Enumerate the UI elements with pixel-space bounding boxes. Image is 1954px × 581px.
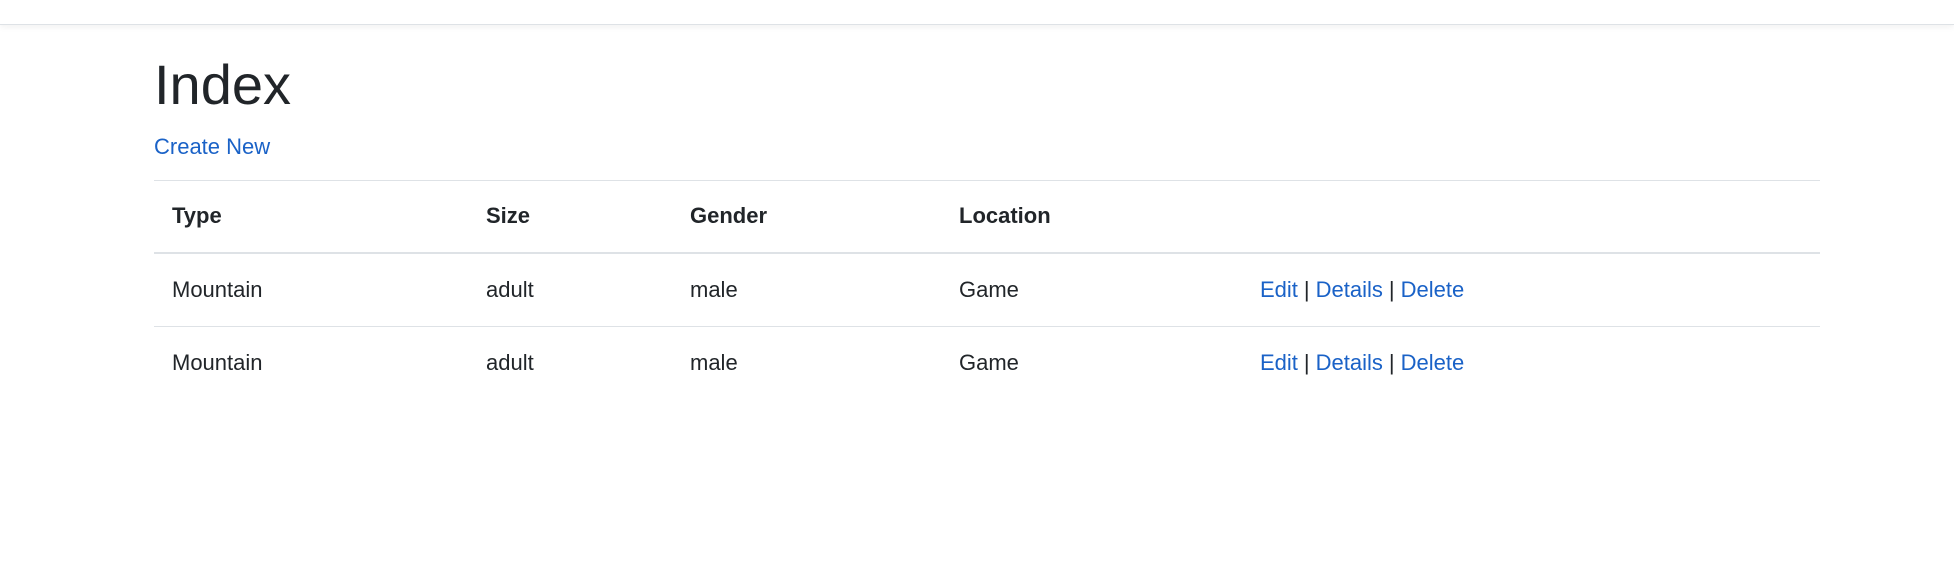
delete-link[interactable]: Delete [1401, 350, 1465, 375]
header-gender: Gender [672, 179, 941, 254]
table-row: Mountain adult male Game Edit | Details | De… [154, 252, 1820, 327]
cell-location: Game [941, 252, 1242, 327]
cell-type: Mountain [172, 349, 263, 375]
separator: | [1303, 349, 1310, 375]
header-location: Location [941, 179, 1242, 254]
separator: | [1388, 349, 1395, 375]
header-row: Type Size Gender Location [154, 179, 1820, 254]
delete-link[interactable]: Delete [1401, 277, 1465, 302]
details-link[interactable]: Details [1316, 350, 1383, 375]
header-type: Type [154, 179, 468, 254]
records-table: Type Size Gender Location Mountain adult… [154, 179, 1820, 399]
separator: | [1388, 276, 1395, 302]
cell-size: adult [468, 252, 672, 327]
page-title: Index [154, 53, 291, 116]
edit-link[interactable]: Edit [1260, 277, 1298, 302]
table-body: Mountain adult male Game Edit | Details | De… [154, 252, 1820, 399]
table-row: Mountain adult male Game Edit | Details | De… [154, 326, 1820, 399]
create-new-link[interactable]: Create New [154, 134, 270, 160]
cell-gender: male [690, 349, 738, 375]
cell-gender: male [672, 252, 941, 327]
cell-type: Mountain [154, 252, 468, 327]
cell-actions: Edit | Details | Delete [1242, 252, 1820, 327]
cell-location: Game [959, 349, 1019, 375]
header-actions [1242, 179, 1820, 254]
cell-size: adult [486, 349, 534, 375]
details-link[interactable]: Details [1316, 277, 1383, 302]
cell-actions: Edit | Details | Delete [1242, 326, 1820, 399]
top-navbar [0, 0, 1954, 25]
main-content: Index Create New Type Size Gender Locati… [154, 25, 1820, 399]
table-header: Type Size Gender Location [154, 179, 1820, 254]
edit-link[interactable]: Edit [1260, 350, 1298, 375]
header-size: Size [468, 179, 672, 254]
separator: | [1303, 276, 1310, 302]
